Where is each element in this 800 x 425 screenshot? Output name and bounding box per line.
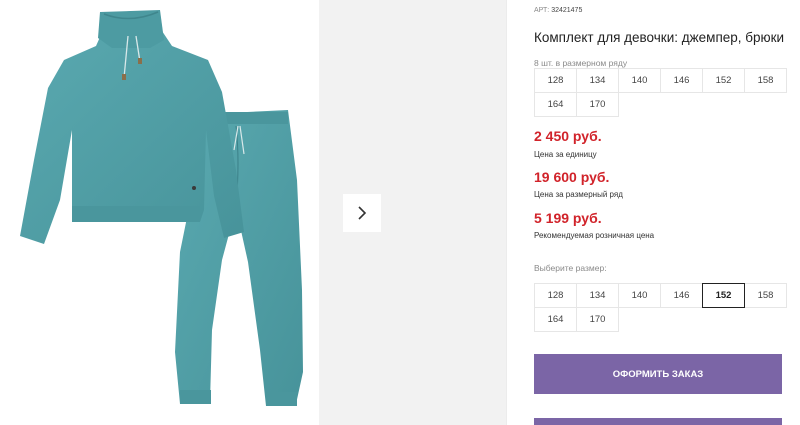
size-range-grid: 128 134 140 146 152 158 164 170	[534, 68, 787, 117]
size-select-grid: 128 134 140 146 152 158 164 170	[534, 283, 787, 332]
size-range-cell: 146	[660, 68, 703, 93]
chevron-right-icon	[358, 206, 367, 220]
size-range-cell: 170	[576, 92, 619, 117]
range-price-note: Цена за размерный ряд	[534, 190, 623, 199]
product-photo-main[interactable]	[0, 0, 318, 425]
size-select-label: Выберите размер:	[534, 263, 607, 273]
size-option[interactable]: 170	[576, 307, 619, 332]
size-option-selected[interactable]: 152	[702, 283, 745, 308]
knit-suit-image	[20, 10, 303, 406]
size-range-cell: 164	[534, 92, 577, 117]
size-option[interactable]: 164	[534, 307, 577, 332]
article-number: 32421475	[551, 7, 583, 14]
size-option[interactable]: 134	[576, 283, 619, 308]
retail-price: 5 199 руб.	[534, 210, 602, 226]
retail-price-note: Рекомендуемая розничная цена	[534, 231, 655, 240]
size-range-cell: 140	[618, 68, 661, 93]
place-order-button[interactable]: ОФОРМИТЬ ЗАКАЗ	[534, 354, 782, 394]
size-option[interactable]: 128	[534, 283, 577, 308]
article-line: АРТ: 32421475	[534, 7, 582, 14]
product-title: Комплект для девочки: джемпер, брюки	[534, 30, 785, 45]
product-page: АРТ: 32421475 Комплект для девочки: джем…	[0, 0, 800, 425]
size-range-cell: 158	[744, 68, 787, 93]
gallery-next-button[interactable]	[343, 194, 381, 232]
unit-price-note: Цена за единицу	[534, 150, 597, 159]
size-option[interactable]: 140	[618, 283, 661, 308]
column-divider	[506, 0, 507, 425]
size-range-cell: 134	[576, 68, 619, 93]
size-option[interactable]: 146	[660, 283, 703, 308]
size-range-cell: 128	[534, 68, 577, 93]
unit-price: 2 450 руб.	[534, 128, 602, 144]
secondary-action-button[interactable]	[534, 418, 782, 425]
article-label: АРТ:	[534, 7, 550, 14]
size-option[interactable]: 158	[744, 283, 787, 308]
size-range-note: 8 шт. в размерном ряду	[534, 58, 628, 68]
range-price: 19 600 руб.	[534, 169, 610, 185]
size-range-cell: 152	[702, 68, 745, 93]
